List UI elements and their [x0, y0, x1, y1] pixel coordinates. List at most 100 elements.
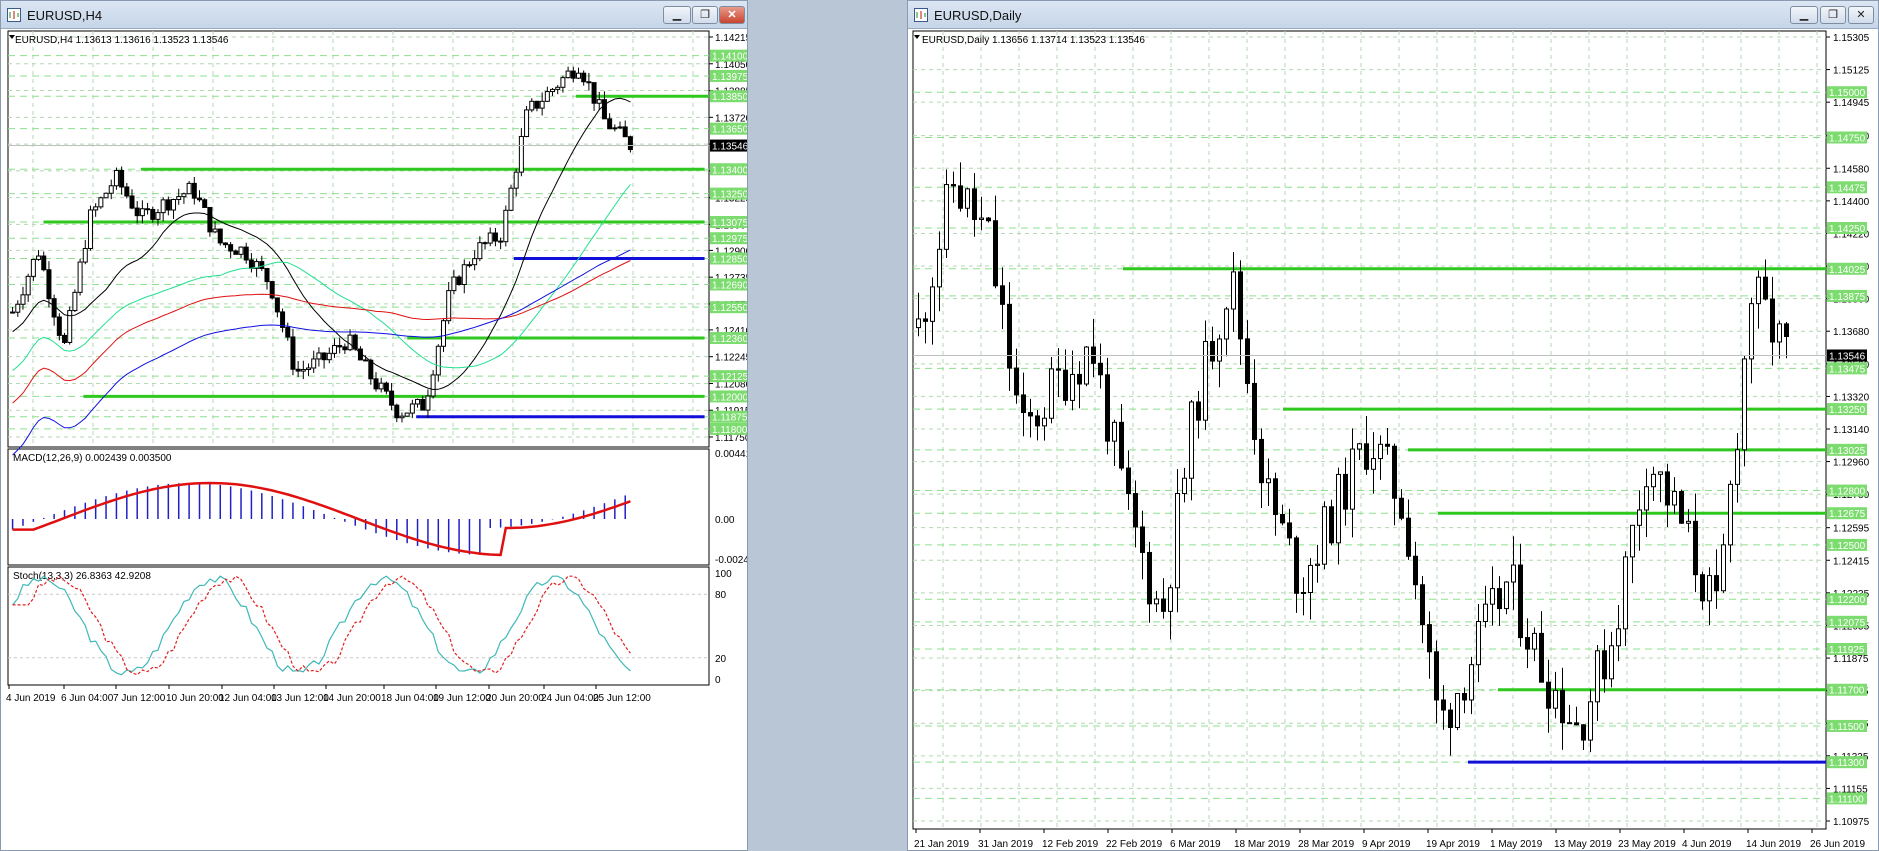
time-axis-label: 22 Feb 2019 — [1106, 839, 1163, 850]
candle — [420, 398, 426, 411]
candle — [622, 126, 628, 138]
candle — [1560, 689, 1565, 724]
candle — [1749, 303, 1754, 360]
price-axis-label: 1.14215 — [715, 33, 747, 44]
level-tag-label: 1.14250 — [1829, 224, 1866, 235]
candle — [575, 72, 581, 79]
level-tag-label: 1.12500 — [1829, 541, 1866, 552]
candle — [217, 228, 223, 244]
candle — [524, 109, 530, 137]
candle — [300, 369, 306, 372]
candle — [1217, 338, 1222, 362]
time-axis-label: 14 Jun 20:00 — [323, 693, 381, 704]
candle — [539, 100, 545, 109]
candle — [1448, 709, 1453, 728]
candle — [1770, 298, 1775, 343]
candle — [1084, 346, 1089, 385]
title-bar[interactable]: EURUSD,H4 ▁ ❐ ✕ — [1, 1, 747, 29]
stoch-label: Stoch(13,3,3) 26.8363 42.9208 — [13, 571, 151, 582]
candle — [1119, 421, 1124, 469]
candle — [1399, 497, 1404, 519]
candle — [1532, 632, 1537, 650]
candle — [1175, 493, 1180, 589]
candle — [119, 169, 125, 188]
candle — [1693, 520, 1698, 576]
candle — [1609, 645, 1614, 680]
minimize-button[interactable]: ▁ — [1790, 6, 1818, 24]
macd-label: MACD(12,26,9) 0.002439 0.003500 — [13, 453, 172, 464]
candle — [534, 100, 540, 109]
candle — [1420, 584, 1425, 626]
candle — [373, 378, 379, 390]
time-axis-label: 19 Apr 2019 — [1426, 839, 1480, 850]
candle — [586, 81, 592, 84]
level-tag-label: 1.11700 — [1829, 686, 1865, 697]
candle — [1196, 401, 1201, 421]
chart-window-h4[interactable]: EURUSD,H4 ▁ ❐ ✕ 1.142151.140501.138851.1… — [0, 0, 748, 851]
level-tag-label: 1.13650 — [712, 125, 747, 136]
candle — [1700, 574, 1705, 602]
maximize-button[interactable]: ❐ — [692, 6, 718, 24]
candle — [1301, 591, 1306, 594]
candle — [1063, 369, 1068, 401]
maximize-button[interactable]: ❐ — [1820, 6, 1846, 24]
candle — [1308, 564, 1313, 593]
candle — [285, 326, 291, 338]
candle — [1238, 271, 1243, 340]
candle — [10, 311, 16, 314]
candle — [1763, 276, 1768, 300]
chart-window-daily[interactable]: EURUSD,Daily ▁ ❐ ✕ 1.15305 1.15125 1.14945… — [907, 0, 1879, 851]
candle — [441, 320, 447, 347]
candle — [113, 169, 119, 187]
candle — [1427, 624, 1432, 653]
candle — [1028, 412, 1033, 417]
candle — [51, 298, 57, 318]
candle — [1651, 473, 1656, 488]
candle — [612, 127, 618, 130]
candle — [560, 77, 566, 88]
time-axis-label: 25 Jun 12:00 — [593, 693, 651, 704]
chart-info: EURUSD,H4 1.13613 1.13616 1.13523 1.1354… — [15, 35, 229, 46]
candle — [446, 290, 452, 322]
chart-area[interactable]: 1.142151.140501.138851.137201.135551.133… — [1, 29, 747, 850]
candle — [1049, 368, 1054, 419]
candle — [212, 228, 218, 233]
level-tag-label: 1.13475 — [1829, 364, 1866, 375]
chart-area[interactable]: 1.153051.151251.149451.147601.145801.144… — [908, 29, 1878, 850]
level-tag-label: 1.11800 — [712, 425, 747, 436]
candle — [1070, 373, 1075, 401]
candle — [124, 186, 130, 197]
candle — [62, 334, 68, 343]
candle — [1616, 628, 1621, 647]
candle — [1189, 401, 1194, 479]
candle — [482, 242, 488, 245]
level-tag-label: 1.12690 — [712, 280, 747, 291]
candle — [627, 136, 633, 151]
current-price-label: 1.13546 — [1829, 351, 1866, 362]
candle — [937, 248, 942, 288]
candle — [134, 207, 140, 217]
candle — [321, 352, 327, 361]
close-button[interactable]: ✕ — [1848, 6, 1874, 24]
stoch-axis-label: 80 — [715, 590, 727, 601]
candle — [1742, 358, 1747, 451]
candle — [98, 197, 104, 208]
level-tag-label: 1.13400 — [712, 165, 747, 176]
candle — [368, 359, 374, 380]
candle — [93, 206, 99, 211]
chart-background — [1, 29, 747, 850]
title-bar[interactable]: EURUSD,Daily ▁ ❐ ✕ — [908, 1, 1878, 29]
candle — [1686, 520, 1691, 524]
candle — [1406, 517, 1411, 557]
candle — [596, 99, 602, 104]
candle — [238, 246, 244, 255]
close-button[interactable]: ✕ — [719, 6, 745, 24]
candle — [477, 242, 483, 260]
candle — [1140, 526, 1145, 553]
level-tag-label: 1.12000 — [712, 392, 747, 403]
candle — [1021, 394, 1026, 414]
candle — [1280, 513, 1285, 524]
level-tag-label: 1.12125 — [712, 372, 747, 383]
candle — [1035, 415, 1040, 427]
minimize-button[interactable]: ▁ — [663, 6, 691, 24]
